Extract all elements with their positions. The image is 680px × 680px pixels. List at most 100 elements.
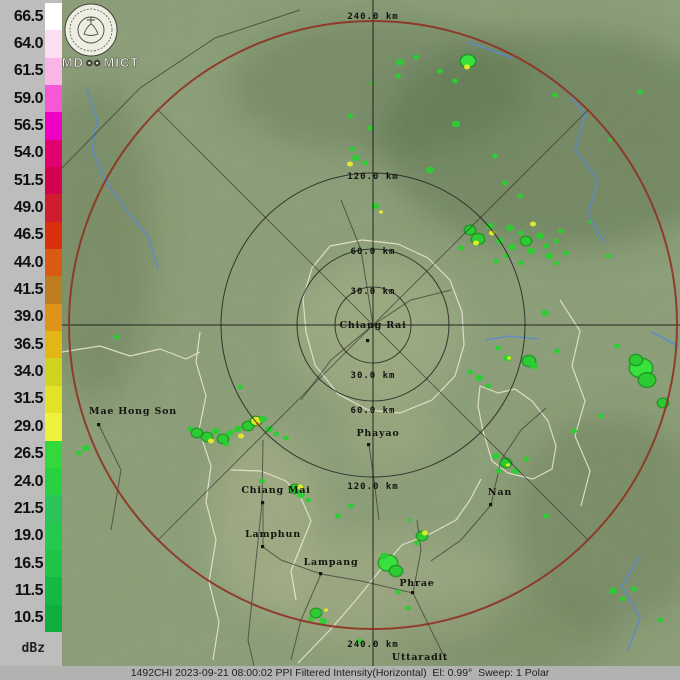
- radar-echo-cell: [308, 616, 314, 622]
- dbz-level-row: 24.0: [0, 467, 62, 496]
- radar-echo-cell: [608, 138, 612, 142]
- dbz-level-label: 21.5: [13, 499, 44, 517]
- radar-echo-cell: [305, 497, 311, 503]
- radar-echo-cell: [390, 566, 402, 576]
- radar-echo-cell: [609, 587, 617, 595]
- dbz-level-swatch: [45, 167, 62, 195]
- dbz-level-label: 29.0: [13, 417, 44, 435]
- dbz-level-label: 10.5: [13, 609, 44, 627]
- radar-echo-cell: [523, 456, 529, 462]
- range-ring-label: 60.0 km: [351, 247, 396, 257]
- radar-echo-cell: [380, 552, 388, 560]
- terrain-layer: [35, 0, 680, 680]
- radar-echo-cell: [506, 463, 510, 467]
- dbz-level-swatch: [45, 139, 62, 168]
- dbz-level-swatch: [45, 3, 62, 31]
- dbz-level-label: 31.5: [13, 390, 44, 408]
- dbz-level-label: 11.5: [14, 581, 44, 599]
- dbz-level-swatch: [45, 522, 62, 550]
- radar-echo-cell: [362, 160, 368, 166]
- city-label: Phrae: [399, 578, 434, 589]
- radar-echo-cell: [657, 617, 663, 623]
- radar-echo-cell: [226, 429, 234, 437]
- dbz-level-label: 44.0: [13, 253, 44, 271]
- radar-echo-cell: [452, 120, 460, 128]
- dbz-level-swatch: [45, 303, 62, 332]
- dbz-level-swatch: [45, 194, 62, 222]
- dbz-level-row: 66.5: [0, 3, 62, 31]
- dbz-level-row: 21.5: [0, 495, 62, 523]
- radar-echo-cell: [508, 243, 516, 251]
- dbz-level-row: 51.5: [0, 167, 62, 195]
- dbz-level-row: 49.0: [0, 194, 62, 222]
- radar-echo-cell: [237, 384, 243, 390]
- radar-echo-cell: [545, 252, 553, 260]
- radar-echo-cell: [631, 586, 637, 592]
- radar-echo-cell: [273, 431, 279, 437]
- radar-map-svg: 240.0 km 120.0 km 60.0 km 30.0 km 30.0 km 60.…: [35, 0, 680, 680]
- city-label: Phayao: [356, 428, 399, 439]
- dbz-level-swatch: [45, 331, 62, 359]
- dbz-level-row: 64.0: [0, 30, 62, 58]
- dbz-level-label: 26.5: [13, 445, 44, 463]
- dbz-level-swatch: [45, 85, 62, 113]
- dbz-level-swatch: [45, 249, 62, 277]
- radar-echo-cell: [192, 428, 202, 438]
- city-marker-dot: [97, 423, 101, 427]
- range-ring-label: 120.0 km: [347, 172, 398, 182]
- radar-echo-cell: [620, 596, 626, 602]
- dbz-level-row: 34.0: [0, 358, 62, 386]
- radar-echo-cell: [598, 413, 604, 419]
- radar-echo-cell: [506, 224, 514, 232]
- radar-echo-cell: [408, 518, 412, 522]
- radar-echo-cell: [553, 260, 559, 266]
- city-label: Lamphun: [245, 529, 301, 540]
- dbz-level-label: 64.0: [13, 35, 44, 53]
- range-ring-label: 30.0 km: [351, 371, 396, 381]
- radar-echo-cell: [614, 343, 620, 349]
- radar-echo-cell: [405, 605, 411, 611]
- dbz-level-row: 56.5: [0, 112, 62, 140]
- radar-echo-cell: [507, 356, 511, 360]
- city-label: Chiang Mai: [241, 485, 310, 496]
- radar-echo-cell: [259, 415, 267, 423]
- radar-echo-cell: [605, 253, 611, 259]
- radar-echo-cell: [76, 450, 82, 456]
- dbz-level-label: 66.5: [13, 7, 44, 25]
- dbz-level-row: 41.5: [0, 276, 62, 304]
- radar-echo-cell: [475, 374, 483, 382]
- radar-echo-cell: [563, 250, 569, 256]
- radar-echo-cell: [458, 245, 464, 251]
- dbz-level-swatch: [45, 57, 62, 86]
- radar-echo-cell: [82, 444, 90, 452]
- radar-echo-cell: [543, 243, 549, 249]
- dbz-level-label: 46.5: [13, 226, 44, 244]
- radar-echo-cell: [543, 513, 549, 519]
- range-ring-label: 60.0 km: [351, 406, 396, 416]
- radar-map: 240.0 km 120.0 km 60.0 km 30.0 km 30.0 km 60.…: [35, 0, 680, 680]
- radar-echo-cell: [553, 238, 559, 244]
- dbz-level-row: 29.0: [0, 413, 62, 441]
- city-marker-dot: [367, 443, 371, 447]
- dbz-colorbar-panel: 66.5 64.0 61.5 59.0 56.5 54.0 51.5 49.0 46.5 44.0…: [0, 0, 62, 666]
- dbz-level-row: 61.5: [0, 57, 62, 86]
- radar-echo-cell: [492, 452, 500, 460]
- dbz-level-swatch: [45, 30, 62, 58]
- radar-echo-cell: [348, 503, 354, 509]
- radar-echo-cell: [413, 54, 419, 60]
- city-label: Nan: [488, 487, 512, 498]
- status-text: 1492CHI 2023-09-21 08:00:02 PPI Filtered…: [130, 667, 550, 679]
- dbz-level-row: 11.5: [0, 577, 62, 605]
- radar-echo-cell: [473, 240, 479, 246]
- radar-echo-cell: [426, 166, 434, 174]
- radar-echo-cell: [347, 113, 353, 119]
- radar-echo-cell: [639, 373, 655, 387]
- dbz-level-swatch: [45, 385, 62, 414]
- radar-echo-cell: [496, 468, 502, 474]
- dbz-level-label: 24.0: [13, 472, 44, 490]
- dbz-level-row: 31.5: [0, 385, 62, 414]
- dbz-level-row: 54.0: [0, 139, 62, 168]
- city-marker-dot: [261, 501, 265, 505]
- radar-echo-cell: [114, 334, 120, 340]
- radar-echo-cell: [223, 441, 229, 447]
